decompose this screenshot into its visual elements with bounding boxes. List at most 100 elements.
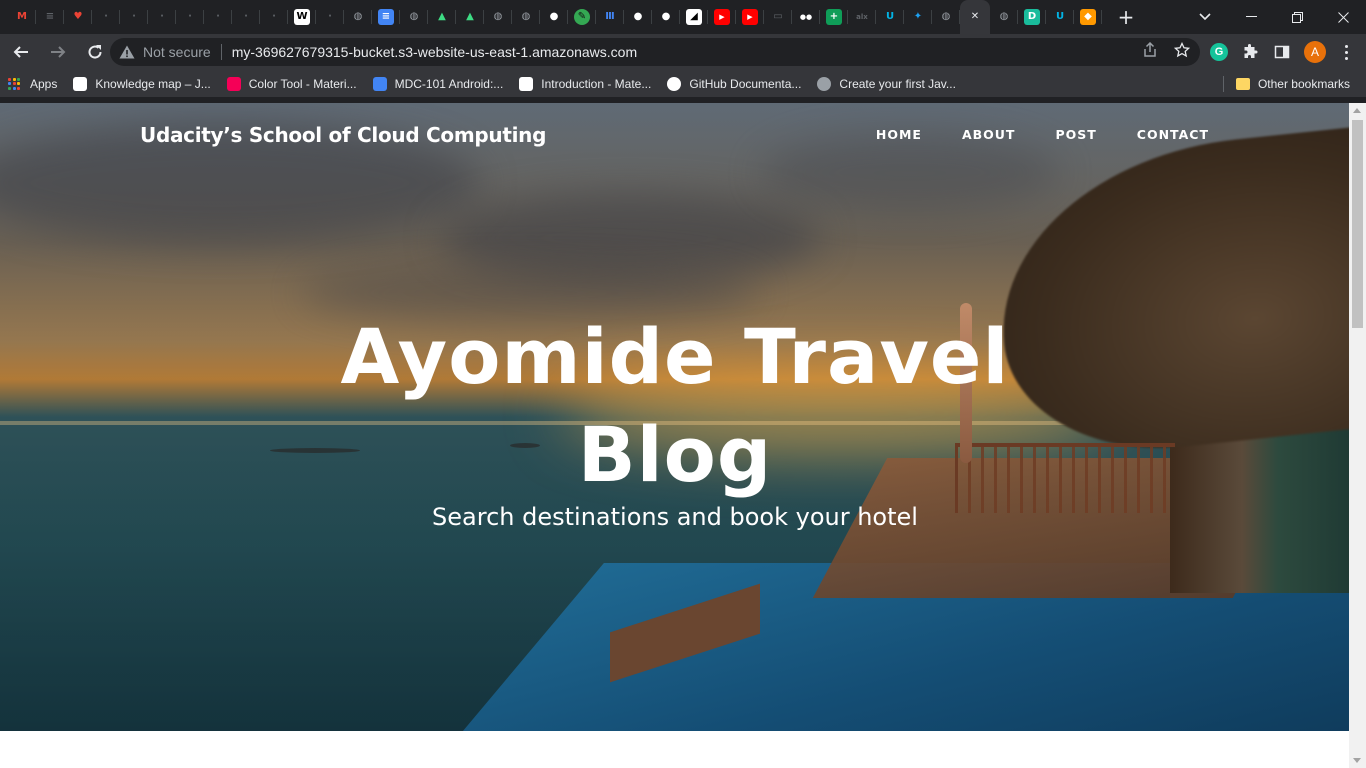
github-icon: ● [661,11,671,22]
scrollbar-thumb[interactable] [1352,120,1363,328]
cloud-shape [760,133,1060,213]
bookmark-item[interactable]: GitHub Documenta... [659,72,809,96]
tab[interactable]: ◍ [484,0,512,34]
bookmark-star-icon[interactable] [1173,41,1191,63]
bookmark-label: Knowledge map – J... [95,76,211,91]
tab[interactable]: Ⅲ [596,0,624,34]
tab[interactable]: · [316,0,344,34]
more-menu-icon[interactable] [1338,42,1354,62]
tab-generic-icon: ≡ [45,11,55,22]
tab[interactable]: + [820,0,848,34]
tab[interactable]: M [8,0,36,34]
nav-contact-link[interactable]: CONTACT [1137,127,1209,142]
globe-icon: ◍ [941,11,951,22]
security-status-label[interactable]: Not secure [143,44,211,60]
nav-home-link[interactable]: HOME [876,127,922,142]
tab-generic-icon: · [216,11,220,22]
bookmark-item[interactable]: MDC-101 Android:... [365,72,512,96]
tab[interactable]: ◆ [1074,0,1102,34]
tab[interactable]: ▭ [764,0,792,34]
page-scrollbar[interactable] [1349,103,1366,768]
close-icon[interactable]: ✕ [967,9,983,25]
site-brand-link[interactable]: Udacity’s School of Cloud Computing [140,123,546,147]
tab[interactable]: ●● [792,0,820,34]
tab[interactable]: U [876,0,904,34]
tab[interactable]: W [288,0,316,34]
tab[interactable]: ≡ [372,0,400,34]
tab[interactable]: · [92,0,120,34]
back-button[interactable] [5,36,37,68]
nav-post-link[interactable]: POST [1055,127,1096,142]
bookmark-item[interactable]: Knowledge map – J... [65,72,218,96]
tab[interactable]: ● [624,0,652,34]
tab[interactable]: · [204,0,232,34]
bookmark-label: GitHub Documenta... [689,76,802,91]
warning-icon[interactable] [119,44,135,60]
scroll-up-icon[interactable] [1353,108,1361,113]
bookmark-item[interactable]: Color Tool - Materi... [219,72,365,96]
url-text[interactable]: my-369627679315-bucket.s3-website-us-eas… [232,44,637,60]
tab[interactable]: ● [652,0,680,34]
nav-about-link[interactable]: ABOUT [962,127,1016,142]
tab[interactable]: · [120,0,148,34]
close-window-button[interactable] [1320,0,1366,34]
github-icon: ● [633,11,643,22]
tab[interactable]: ◍ [344,0,372,34]
tab[interactable]: ▶ [708,0,736,34]
tab[interactable]: ◍ [990,0,1018,34]
tab-active[interactable]: ✕ [960,0,990,34]
notion-icon [73,76,88,91]
bookmark-item[interactable]: Introduction - Mate... [511,72,659,96]
tab[interactable]: ▲ [456,0,484,34]
reload-button[interactable] [79,36,111,68]
other-bookmarks[interactable]: Other bookmarks [1228,72,1358,96]
tab[interactable]: ▶ [736,0,764,34]
globe-icon: ◍ [521,11,531,22]
grammarly-extension-icon[interactable]: G [1210,43,1228,61]
tab[interactable]: · [260,0,288,34]
tab[interactable]: D [1018,0,1046,34]
tab[interactable]: · [232,0,260,34]
forward-button[interactable] [42,36,74,68]
tab[interactable]: ▲ [428,0,456,34]
tab[interactable]: · [176,0,204,34]
tab[interactable]: · [148,0,176,34]
tab[interactable]: U [1046,0,1074,34]
browser-toolbar: Not secure my-369627679315-bucket.s3-web… [0,34,1366,70]
arrow-right-icon [51,46,66,58]
tab[interactable]: alx [848,0,876,34]
tab[interactable]: ◢ [680,0,708,34]
restore-button[interactable] [1274,0,1320,34]
profile-avatar[interactable]: A [1304,41,1326,63]
tab-generic-icon: ▭ [773,11,783,22]
minimize-button[interactable] [1228,0,1274,34]
puzzle-extensions-icon[interactable] [1240,42,1260,62]
tab[interactable]: ◍ [932,0,960,34]
tab[interactable]: ♥ [64,0,92,34]
tab[interactable]: ◍ [512,0,540,34]
material-icon [226,76,241,91]
tab[interactable]: ≡ [36,0,64,34]
scroll-down-icon[interactable] [1353,758,1361,763]
android-icon: ▲ [438,11,446,22]
medium-icon: ●● [799,12,813,21]
tab-search-button[interactable] [1182,0,1228,34]
reload-icon [88,45,102,59]
bookmark-item[interactable]: Apps [0,72,65,96]
bookmark-label: Introduction - Mate... [541,76,652,91]
codelabs-icon [372,76,387,91]
page-title-line-2: Blog [577,410,773,499]
tab-list: M ≡ ♥ · · · · · · · W · ◍ ≡ ◍ ▲ ▲ ◍ ◍ ● ✎ Ⅲ ● ● ◢ ▶ ▶ ▭ ●● + alx U ✦ ◍ ✕ ◍ D… [0,0,1102,34]
tab[interactable]: ◍ [400,0,428,34]
tab[interactable]: ● [540,0,568,34]
address-bar[interactable]: Not secure my-369627679315-bucket.s3-web… [110,38,1200,66]
window-controls [1228,0,1366,34]
reading-list-icon[interactable] [1272,42,1292,62]
share-icon[interactable] [1142,41,1158,63]
apps-grid-icon [8,77,20,90]
bookmark-item[interactable]: Create your first Jav... [809,72,963,96]
tab[interactable]: ✎ [568,0,596,34]
github-icon: ● [549,11,559,22]
tab[interactable]: ✦ [904,0,932,34]
new-tab-button[interactable]: + [1112,3,1140,31]
